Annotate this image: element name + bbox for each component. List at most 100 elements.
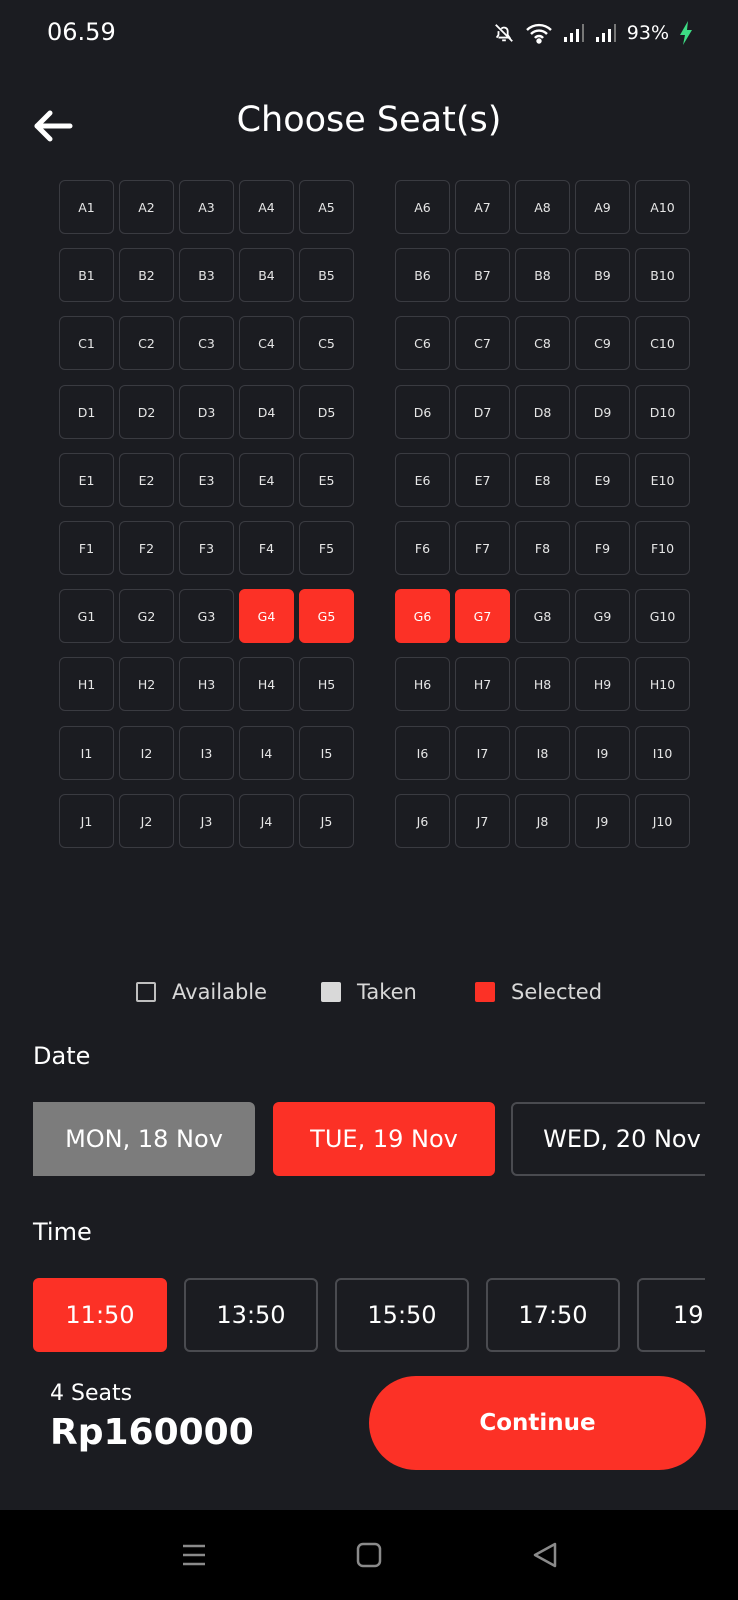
seat-h10[interactable]: H10	[635, 657, 690, 711]
seat-a2[interactable]: A2	[119, 180, 174, 234]
seat-j1[interactable]: J1	[59, 794, 114, 848]
seat-b9[interactable]: B9	[575, 248, 630, 302]
seat-c3[interactable]: C3	[179, 316, 234, 370]
seat-f8[interactable]: F8	[515, 521, 570, 575]
seat-i7[interactable]: I7	[455, 726, 510, 780]
seat-e1[interactable]: E1	[59, 453, 114, 507]
seat-e7[interactable]: E7	[455, 453, 510, 507]
continue-button[interactable]: Continue	[369, 1376, 706, 1470]
seat-e9[interactable]: E9	[575, 453, 630, 507]
seat-d5[interactable]: D5	[299, 385, 354, 439]
seat-d1[interactable]: D1	[59, 385, 114, 439]
seat-d7[interactable]: D7	[455, 385, 510, 439]
seat-j4[interactable]: J4	[239, 794, 294, 848]
time-chip[interactable]: 19:50	[637, 1278, 705, 1352]
home-button[interactable]	[349, 1540, 389, 1574]
seat-f2[interactable]: F2	[119, 521, 174, 575]
seat-i2[interactable]: I2	[119, 726, 174, 780]
seat-b2[interactable]: B2	[119, 248, 174, 302]
seat-j8[interactable]: J8	[515, 794, 570, 848]
seat-j2[interactable]: J2	[119, 794, 174, 848]
seat-d4[interactable]: D4	[239, 385, 294, 439]
seat-b10[interactable]: B10	[635, 248, 690, 302]
seat-c6[interactable]: C6	[395, 316, 450, 370]
seat-f5[interactable]: F5	[299, 521, 354, 575]
seat-g2[interactable]: G2	[119, 589, 174, 643]
seat-a9[interactable]: A9	[575, 180, 630, 234]
time-chip[interactable]: 15:50	[335, 1278, 469, 1352]
seat-g4[interactable]: G4	[239, 589, 294, 643]
seat-a4[interactable]: A4	[239, 180, 294, 234]
seat-g9[interactable]: G9	[575, 589, 630, 643]
seat-i4[interactable]: I4	[239, 726, 294, 780]
seat-e4[interactable]: E4	[239, 453, 294, 507]
seat-i1[interactable]: I1	[59, 726, 114, 780]
seat-d2[interactable]: D2	[119, 385, 174, 439]
seat-g3[interactable]: G3	[179, 589, 234, 643]
seat-i9[interactable]: I9	[575, 726, 630, 780]
seat-c9[interactable]: C9	[575, 316, 630, 370]
seat-a5[interactable]: A5	[299, 180, 354, 234]
seat-e6[interactable]: E6	[395, 453, 450, 507]
seat-h8[interactable]: H8	[515, 657, 570, 711]
seat-b3[interactable]: B3	[179, 248, 234, 302]
seat-i8[interactable]: I8	[515, 726, 570, 780]
seat-i6[interactable]: I6	[395, 726, 450, 780]
seat-d9[interactable]: D9	[575, 385, 630, 439]
seat-j7[interactable]: J7	[455, 794, 510, 848]
seat-a8[interactable]: A8	[515, 180, 570, 234]
date-chip[interactable]: WED, 20 Nov	[511, 1102, 705, 1176]
seat-h6[interactable]: H6	[395, 657, 450, 711]
seat-f3[interactable]: F3	[179, 521, 234, 575]
seat-j5[interactable]: J5	[299, 794, 354, 848]
seat-d8[interactable]: D8	[515, 385, 570, 439]
seat-g1[interactable]: G1	[59, 589, 114, 643]
time-chip[interactable]: 11:50	[33, 1278, 167, 1352]
seat-g8[interactable]: G8	[515, 589, 570, 643]
seat-b1[interactable]: B1	[59, 248, 114, 302]
seat-g10[interactable]: G10	[635, 589, 690, 643]
seat-h5[interactable]: H5	[299, 657, 354, 711]
seat-c8[interactable]: C8	[515, 316, 570, 370]
seat-g5[interactable]: G5	[299, 589, 354, 643]
seat-e8[interactable]: E8	[515, 453, 570, 507]
seat-j3[interactable]: J3	[179, 794, 234, 848]
seat-c1[interactable]: C1	[59, 316, 114, 370]
time-chip[interactable]: 17:50	[486, 1278, 620, 1352]
seat-a6[interactable]: A6	[395, 180, 450, 234]
seat-j10[interactable]: J10	[635, 794, 690, 848]
seat-b5[interactable]: B5	[299, 248, 354, 302]
seat-d6[interactable]: D6	[395, 385, 450, 439]
seat-h2[interactable]: H2	[119, 657, 174, 711]
recent-apps-button[interactable]	[174, 1540, 214, 1574]
seat-a10[interactable]: A10	[635, 180, 690, 234]
seat-b6[interactable]: B6	[395, 248, 450, 302]
seat-c10[interactable]: C10	[635, 316, 690, 370]
seat-f10[interactable]: F10	[635, 521, 690, 575]
seat-h1[interactable]: H1	[59, 657, 114, 711]
time-chip[interactable]: 13:50	[184, 1278, 318, 1352]
seat-f4[interactable]: F4	[239, 521, 294, 575]
seat-c4[interactable]: C4	[239, 316, 294, 370]
seat-g7[interactable]: G7	[455, 589, 510, 643]
seat-i5[interactable]: I5	[299, 726, 354, 780]
seat-b4[interactable]: B4	[239, 248, 294, 302]
seat-j6[interactable]: J6	[395, 794, 450, 848]
seat-e5[interactable]: E5	[299, 453, 354, 507]
seat-f1[interactable]: F1	[59, 521, 114, 575]
date-chip[interactable]: MON, 18 Nov	[33, 1102, 255, 1176]
seat-c5[interactable]: C5	[299, 316, 354, 370]
seat-i10[interactable]: I10	[635, 726, 690, 780]
seat-i3[interactable]: I3	[179, 726, 234, 780]
seat-b8[interactable]: B8	[515, 248, 570, 302]
seat-h7[interactable]: H7	[455, 657, 510, 711]
seat-g6[interactable]: G6	[395, 589, 450, 643]
seat-a1[interactable]: A1	[59, 180, 114, 234]
seat-e10[interactable]: E10	[635, 453, 690, 507]
seat-a3[interactable]: A3	[179, 180, 234, 234]
seat-c7[interactable]: C7	[455, 316, 510, 370]
seat-c2[interactable]: C2	[119, 316, 174, 370]
seat-h4[interactable]: H4	[239, 657, 294, 711]
seat-h9[interactable]: H9	[575, 657, 630, 711]
seat-a7[interactable]: A7	[455, 180, 510, 234]
